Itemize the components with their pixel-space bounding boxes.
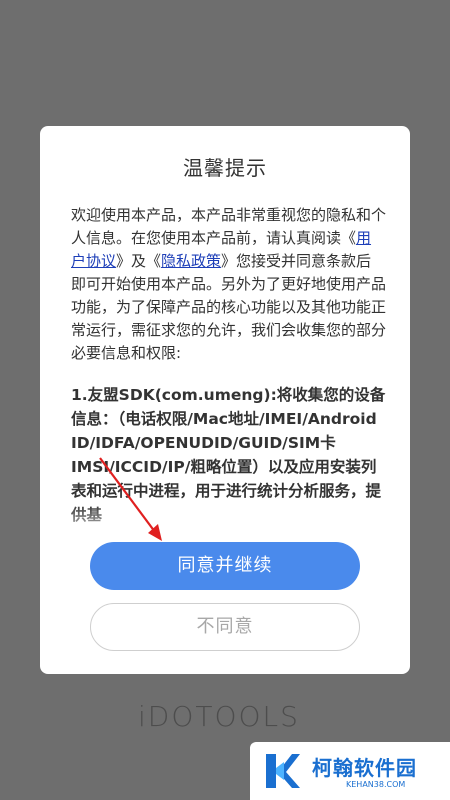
disagree-button[interactable]: 不同意: [90, 603, 360, 651]
intro-text-2: 》及《: [116, 252, 162, 270]
k-logo-icon: [266, 754, 300, 788]
brand-logo: iDOTOOLS: [138, 700, 300, 733]
intro-text-1: 欢迎使用本产品，本产品非常重视您的隐私和个人信息。在您使用本产品前，请认真阅读《: [71, 206, 386, 247]
watermark-name: 柯翰软件园: [312, 756, 417, 780]
dialog-title: 温馨提示: [183, 156, 267, 180]
watermark-url: KEHAN38.COM: [346, 780, 406, 789]
watermark-badge: 柯翰软件园 KEHAN38.COM: [250, 742, 450, 800]
agree-continue-button[interactable]: 同意并继续: [90, 542, 360, 590]
intro-paragraph: 欢迎使用本产品，本产品非常重视您的隐私和个人信息。在您使用本产品前，请认真阅读《…: [71, 204, 386, 365]
content-fade: [40, 504, 410, 544]
consent-dialog: 温馨提示 欢迎使用本产品，本产品非常重视您的隐私和个人信息。在您使用本产品前，请…: [40, 126, 410, 674]
privacy-policy-link[interactable]: 隐私政策: [161, 252, 221, 270]
